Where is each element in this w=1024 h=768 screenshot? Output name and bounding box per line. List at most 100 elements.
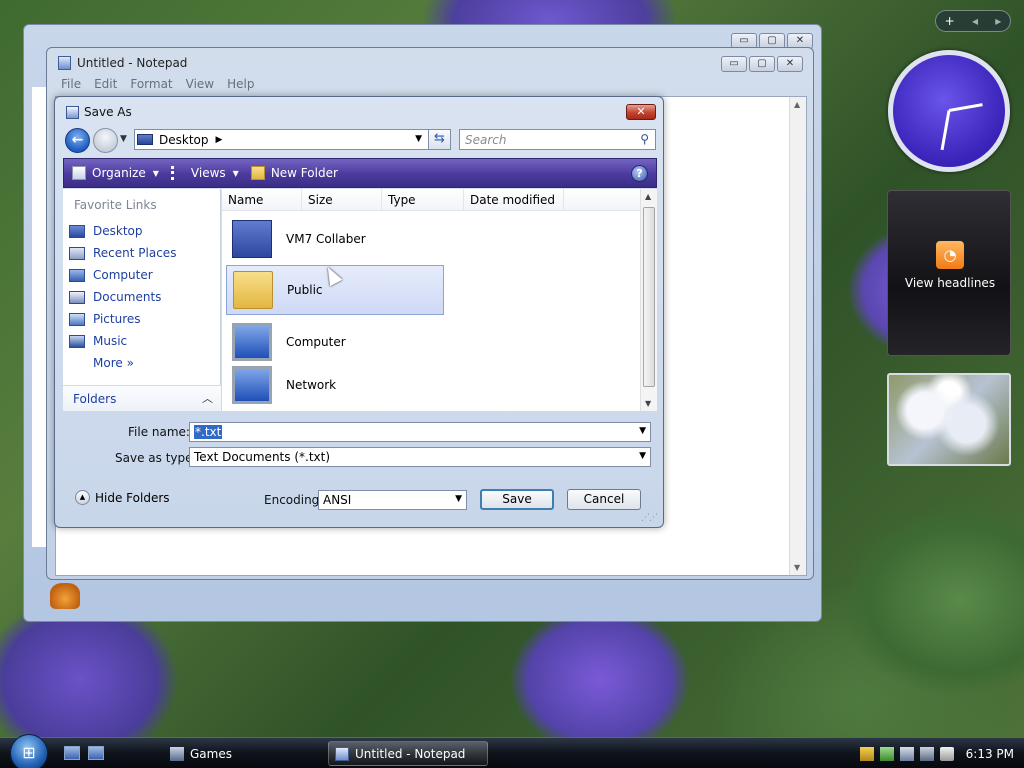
scrollbar-thumb[interactable] xyxy=(643,207,655,387)
favorite-link-music[interactable]: Music xyxy=(69,330,176,352)
favorite-link-label: Documents xyxy=(93,290,162,304)
address-bar[interactable]: Desktop ▶ ▼ xyxy=(134,129,451,150)
favorite-link-computer[interactable]: Computer xyxy=(69,264,176,286)
pictures-icon xyxy=(69,312,85,326)
column-date-modified[interactable]: Date modified xyxy=(464,189,564,210)
save-as-type-select[interactable]: Text Documents (*.txt) ▼ xyxy=(189,447,651,467)
update-icon[interactable] xyxy=(879,746,894,761)
desktop-icon xyxy=(137,134,153,145)
file-name-input[interactable]: *.txt ▼ xyxy=(189,422,651,442)
search-input[interactable]: Search ⚲ xyxy=(459,129,656,150)
notepad-menu-bar: File Edit Format View Help xyxy=(61,77,254,91)
favorite-link-pictures[interactable]: Pictures xyxy=(69,308,176,330)
save-as-type-value: Text Documents (*.txt) xyxy=(194,450,331,464)
network-icon xyxy=(232,366,272,404)
organize-button[interactable]: Organize ▼ xyxy=(72,166,159,180)
network-tray-icon[interactable] xyxy=(899,746,914,761)
forward-button[interactable] xyxy=(93,128,118,153)
chevron-down-icon[interactable]: ▼ xyxy=(639,426,646,436)
new-folder-button[interactable]: New Folder xyxy=(250,166,338,180)
chevron-up-icon: ▲ xyxy=(75,490,90,505)
breadcrumb-arrow-icon[interactable]: ▶ xyxy=(216,135,223,145)
file-item[interactable]: Network xyxy=(226,361,444,409)
favorite-link-recent-places[interactable]: Recent Places xyxy=(69,242,176,264)
column-name[interactable]: Name xyxy=(222,189,302,210)
hide-folders-label: Hide Folders xyxy=(95,490,170,505)
show-desktop-icon[interactable] xyxy=(64,746,80,760)
save-as-type-label: Save as type: xyxy=(115,451,197,465)
encoding-select[interactable]: ANSI ▼ xyxy=(318,490,467,510)
taskbar-item-games[interactable]: Games xyxy=(164,741,324,766)
file-list-scrollbar[interactable]: ▲ ▼ xyxy=(640,189,657,411)
desktop-shortcut-icon[interactable] xyxy=(50,583,80,609)
switch-windows-icon[interactable] xyxy=(88,746,104,760)
menu-format[interactable]: Format xyxy=(130,77,172,91)
taskbar-item-label: Untitled - Notepad xyxy=(355,746,466,761)
clock-gadget[interactable] xyxy=(888,50,1010,172)
column-headers: Name Size Type Date modified xyxy=(222,189,640,211)
volume-muted-icon[interactable] xyxy=(939,746,954,761)
chevron-down-icon[interactable]: ▼ xyxy=(455,494,462,504)
notepad-close-button[interactable]: ✕ xyxy=(777,56,803,72)
menu-edit[interactable]: Edit xyxy=(94,77,117,91)
refresh-button[interactable]: ⇆ xyxy=(428,129,451,150)
menu-view[interactable]: View xyxy=(186,77,214,91)
devices-icon[interactable] xyxy=(919,746,934,761)
feed-headlines-gadget[interactable]: ◔ View headlines xyxy=(887,190,1011,356)
favorite-link-label: Computer xyxy=(93,268,153,282)
clock-minute-hand xyxy=(940,110,951,151)
computer-icon xyxy=(69,268,85,282)
dialog-close-button[interactable]: ✕ xyxy=(626,104,656,120)
sidebar-next-button[interactable]: ▸ xyxy=(995,14,1001,28)
save-button[interactable]: Save xyxy=(480,489,554,510)
back-button[interactable]: ← xyxy=(65,128,90,153)
taskbar-clock[interactable]: 6:13 PM xyxy=(966,747,1014,761)
scroll-down-icon[interactable]: ▼ xyxy=(645,399,651,408)
file-item[interactable]: VM7 Collaber xyxy=(226,214,444,264)
documents-icon xyxy=(69,290,85,304)
help-icon[interactable]: ? xyxy=(631,165,648,182)
music-icon xyxy=(69,334,85,348)
menu-file[interactable]: File xyxy=(61,77,81,91)
folders-toggle[interactable]: Folders ︿ xyxy=(63,385,221,411)
notepad-maximize-button[interactable]: ▢ xyxy=(749,56,775,72)
sidebar-prev-button[interactable]: ◂ xyxy=(972,14,978,28)
user-folder-icon xyxy=(232,220,272,258)
add-gadget-button[interactable]: + xyxy=(945,14,955,28)
save-as-dialog-icon xyxy=(66,106,79,119)
notepad-minimize-button[interactable]: ▭ xyxy=(721,56,747,72)
chevron-down-icon[interactable]: ▼ xyxy=(639,451,646,461)
resize-grip-icon[interactable]: ⋰⋰ xyxy=(641,513,658,523)
scroll-up-icon[interactable]: ▲ xyxy=(794,100,800,109)
notepad-vertical-scrollbar[interactable]: ▲ ▼ xyxy=(789,97,806,575)
security-shield-icon[interactable] xyxy=(859,746,874,761)
views-button[interactable]: Views ▼ xyxy=(170,166,239,180)
scroll-up-icon[interactable]: ▲ xyxy=(645,192,651,201)
menu-help[interactable]: Help xyxy=(227,77,254,91)
hide-folders-button[interactable]: ▲ Hide Folders xyxy=(75,490,170,505)
slideshow-gadget[interactable] xyxy=(887,373,1011,466)
desktop-icon xyxy=(69,224,85,238)
favorite-link-more[interactable]: More » xyxy=(69,352,176,374)
cancel-button[interactable]: Cancel xyxy=(567,489,641,510)
column-type[interactable]: Type xyxy=(382,189,464,210)
search-icon[interactable]: ⚲ xyxy=(640,132,649,146)
file-item-label: VM7 Collaber xyxy=(286,232,366,246)
start-button[interactable]: ⊞ xyxy=(10,734,48,768)
sidebar-controls: + ◂ ▸ xyxy=(935,10,1011,32)
view-headlines-label[interactable]: View headlines xyxy=(888,276,1012,290)
recent-pages-dropdown[interactable]: ▼ xyxy=(120,134,127,144)
favorite-link-desktop[interactable]: Desktop xyxy=(69,220,176,242)
favorite-links-list: Desktop Recent Places Computer Documents… xyxy=(69,220,176,374)
notepad-icon xyxy=(335,746,349,761)
column-size[interactable]: Size xyxy=(302,189,382,210)
favorite-link-label: Recent Places xyxy=(93,246,177,260)
folder-icon xyxy=(233,271,273,309)
address-dropdown-icon[interactable]: ▼ xyxy=(415,134,422,144)
taskbar-item-notepad[interactable]: Untitled - Notepad xyxy=(328,741,488,766)
notepad-title: Untitled - Notepad xyxy=(77,56,188,70)
scroll-down-icon[interactable]: ▼ xyxy=(794,563,800,572)
arrow-left-icon: ← xyxy=(71,132,84,148)
file-item[interactable]: Computer xyxy=(226,317,444,367)
favorite-link-documents[interactable]: Documents xyxy=(69,286,176,308)
